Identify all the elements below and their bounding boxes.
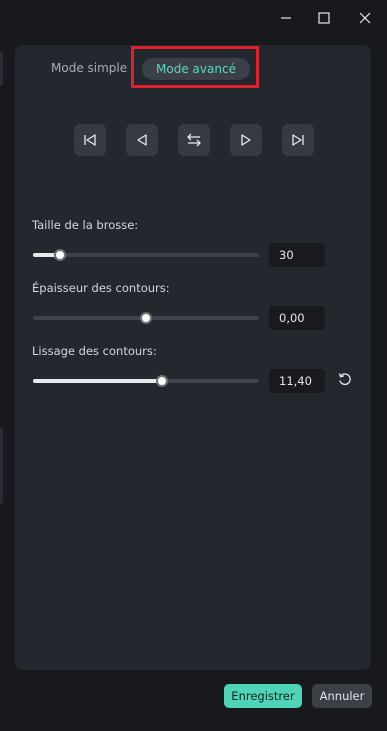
save-button[interactable]: Enregistrer	[224, 684, 302, 708]
swap-button[interactable]	[178, 124, 210, 156]
brush-size-label: Taille de la brosse:	[32, 218, 139, 232]
mode-advanced-label: Mode avancé	[156, 62, 236, 76]
previous-button[interactable]	[126, 124, 158, 156]
swap-icon	[185, 131, 203, 149]
slider-fill	[33, 379, 162, 383]
edge-smoothing-reset-button[interactable]	[335, 371, 355, 391]
close-icon	[359, 9, 371, 28]
title-bar	[0, 0, 387, 36]
slider-track	[33, 253, 259, 257]
skip-to-start-icon	[82, 132, 98, 148]
edge-thickness-value[interactable]: 0,00	[269, 306, 325, 330]
edge-smoothing-slider[interactable]	[33, 375, 259, 387]
skip-to-end-button[interactable]	[282, 124, 314, 156]
slider-thumb[interactable]	[54, 249, 66, 261]
mode-advanced-tab[interactable]: Mode avancé	[142, 58, 250, 80]
reset-icon	[337, 371, 353, 391]
slider-thumb[interactable]	[156, 375, 168, 387]
edge-thickness-label: Épaisseur des contours:	[32, 281, 170, 295]
mode-simple-tab[interactable]: Mode simple	[51, 61, 127, 75]
slider-thumb[interactable]	[140, 312, 152, 324]
left-panel-edge	[0, 428, 3, 504]
previous-icon	[134, 132, 150, 148]
maximize-button[interactable]	[311, 6, 337, 30]
left-panel-edge	[0, 52, 3, 86]
maximize-icon	[318, 9, 330, 28]
cancel-button[interactable]: Annuler	[312, 684, 372, 708]
brush-size-slider[interactable]	[33, 249, 259, 261]
settings-panel: Mode simple Mode avancé Taille de la bro…	[15, 45, 371, 670]
skip-to-start-button[interactable]	[74, 124, 106, 156]
close-button[interactable]	[352, 6, 378, 30]
edge-smoothing-label: Lissage des contours:	[32, 344, 157, 358]
brush-size-value[interactable]: 30	[269, 243, 325, 267]
dialog-window: Mode simple Mode avancé Taille de la bro…	[0, 0, 387, 731]
minimize-icon	[280, 9, 292, 28]
edge-smoothing-value[interactable]: 11,40	[269, 369, 325, 393]
edge-thickness-slider[interactable]	[33, 312, 259, 324]
next-icon	[238, 132, 254, 148]
skip-to-end-icon	[290, 132, 306, 148]
next-button[interactable]	[230, 124, 262, 156]
minimize-button[interactable]	[273, 6, 299, 30]
